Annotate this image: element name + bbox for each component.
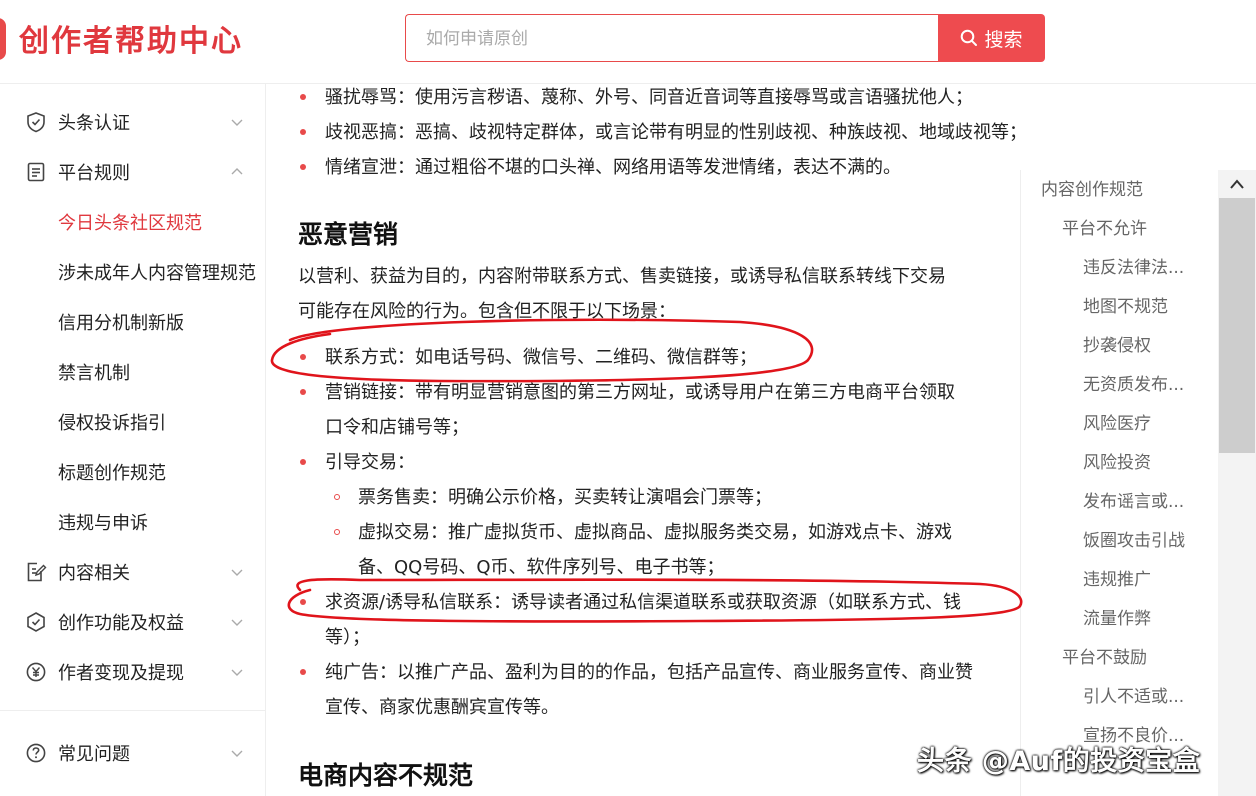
sidebar-item-content[interactable]: 内容相关: [0, 552, 265, 592]
toc-item[interactable]: 平台不鼓励: [1062, 643, 1147, 668]
scroll-up-button[interactable]: [1218, 172, 1256, 196]
toc-item[interactable]: 抄袭侵权: [1083, 331, 1151, 356]
scrollbar-thumb[interactable]: [1219, 198, 1255, 453]
list-item: 联系方式：如电话号码、微信号、二维码、微信群等；: [325, 347, 757, 368]
sidebar-subitem-title-rules[interactable]: 标题创作规范: [0, 452, 265, 492]
sidebar-item-label: 平台规则: [58, 163, 130, 184]
sidebar-subitem-label: 侵权投诉指引: [58, 413, 166, 434]
bullet-dot: [300, 599, 306, 605]
sidebar-subitem-label: 禁言机制: [58, 363, 130, 384]
logo-mark: [0, 18, 6, 60]
list-item-continued: 宣传、商家优惠酬宾宣传等。: [325, 697, 559, 718]
sidebar-subitem-complaint[interactable]: 侵权投诉指引: [0, 402, 265, 442]
search-button[interactable]: 搜索: [938, 14, 1045, 62]
sidebar-item-monetization[interactable]: 作者变现及提现: [0, 652, 265, 692]
question-circle-icon: [26, 743, 46, 763]
search-button-label: 搜索: [984, 28, 1023, 51]
sidebar-divider: [0, 710, 265, 711]
header: 创作者帮助中心 搜索: [0, 0, 1256, 84]
list-item: 求资源/诱导私信联系：诱导读者通过私信渠道联系或获取资源（如联系方式、钱: [325, 592, 962, 613]
search-input[interactable]: [424, 15, 928, 63]
bullet-dot: [300, 94, 306, 100]
list-item-continued: 等）；: [325, 627, 370, 648]
sidebar-subitem-minors-rules[interactable]: 涉未成年人内容管理规范: [0, 252, 265, 292]
sidebar-subitem-label: 今日头条社区规范: [58, 213, 202, 234]
sidebar-subitem-mute[interactable]: 禁言机制: [0, 352, 265, 392]
list-item: 情绪宣泄：通过粗俗不堪的口头禅、网络用语等发泄情绪，表达不满的。: [325, 157, 901, 178]
hexagon-check-icon: [27, 612, 45, 632]
sidebar-subitem-label: 涉未成年人内容管理规范: [58, 263, 256, 284]
chevron-down-icon: [231, 750, 243, 757]
toc-item[interactable]: 违规推广: [1083, 565, 1151, 590]
toc-item[interactable]: 风险投资: [1083, 448, 1151, 473]
sidebar: 头条认证 平台规则 今日头条社区规范 涉未成年人内容管理规范 信用分机制新版 禁…: [0, 84, 266, 796]
toc-item[interactable]: 内容创作规范: [1041, 175, 1143, 200]
toc-item[interactable]: 地图不规范: [1083, 292, 1168, 317]
sidebar-item-label: 常见问题: [58, 744, 130, 765]
edit-document-icon: [27, 562, 47, 582]
sidebar-item-features[interactable]: 创作功能及权益: [0, 602, 265, 642]
section-paragraph: 以营利、获益为目的，内容附带联系方式、售卖链接，或诱导私信联系转线下交易: [298, 266, 946, 287]
bullet-dot: [300, 669, 306, 675]
toc-item[interactable]: 发布谣言或...: [1083, 487, 1184, 512]
section-paragraph: 可能存在风险的行为。包含但不限于以下场景：: [298, 301, 676, 322]
sidebar-subitem-appeal[interactable]: 违规与申诉: [0, 502, 265, 542]
toc-item[interactable]: 引人不适或...: [1083, 682, 1184, 707]
toc-item[interactable]: 无资质发布...: [1083, 370, 1184, 395]
shield-check-icon: [27, 112, 45, 133]
sidebar-subitem-credit-score[interactable]: 信用分机制新版: [0, 302, 265, 342]
search-icon: [961, 29, 978, 46]
sidebar-item-faq[interactable]: 常见问题: [0, 733, 265, 773]
sidebar-item-label: 内容相关: [58, 563, 130, 584]
bullet-dot: [300, 164, 306, 170]
table-of-contents: 内容创作规范 平台不允许 违反法律法... 地图不规范 抄袭侵权 无资质发布..…: [1020, 170, 1219, 796]
chevron-up-icon: [231, 168, 243, 175]
list-item: 歧视恶搞：恶搞、歧视特定群体，或言论带有明显的性别歧视、种族歧视、地域歧视等；: [325, 122, 1020, 143]
list-item: 纯广告：以推广产品、盈利为目的的作品，包括产品宣传、商业服务宣传、商业赞: [325, 662, 973, 683]
list-item: 骚扰辱骂：使用污言秽语、蔑称、外号、同音近音词等直接辱骂或言语骚扰他人；: [325, 87, 973, 108]
chevron-down-icon: [231, 119, 243, 126]
sub-bullet: [334, 529, 340, 535]
bullet-dot: [300, 459, 306, 465]
sidebar-subitem-label: 信用分机制新版: [58, 313, 184, 334]
toc-item[interactable]: 平台不允许: [1062, 214, 1147, 239]
section-heading: 恶意营销: [298, 220, 399, 249]
chevron-down-icon: [231, 669, 243, 676]
chevron-up-icon: [1230, 179, 1244, 189]
watermark: 头条 @Auf的投资宝盒: [917, 746, 1201, 777]
search-box: [405, 14, 939, 63]
sidebar-subitem-community-rules[interactable]: 今日头条社区规范: [0, 202, 265, 242]
sidebar-item-label: 作者变现及提现: [58, 663, 184, 684]
bullet-dot: [300, 389, 306, 395]
list-item: 引导交易：: [325, 452, 415, 473]
chevron-down-icon: [231, 569, 243, 576]
toc-item[interactable]: 风险医疗: [1083, 409, 1151, 434]
sub-list-item-continued: 备、QQ号码、Q币、软件序列号、电子书等；: [358, 557, 725, 578]
toc-item[interactable]: 流量作弊: [1083, 604, 1151, 629]
sub-bullet: [334, 494, 340, 500]
toc-item[interactable]: 违反法律法...: [1083, 253, 1184, 278]
toc-item[interactable]: 饭圈攻击引战: [1083, 526, 1185, 551]
document-list-icon: [27, 162, 45, 182]
section-heading: 电商内容不规范: [298, 761, 474, 790]
yen-coin-icon: [26, 662, 46, 682]
sub-list-item: 虚拟交易：推广虚拟货币、虚拟商品、虚拟服务类交易，如游戏点卡、游戏: [358, 522, 952, 543]
site-logo[interactable]: 创作者帮助中心: [19, 16, 243, 60]
sidebar-item-certification[interactable]: 头条认证: [0, 102, 265, 142]
chevron-down-icon: [231, 619, 243, 626]
list-item: 营销链接：带有明显营销意图的第三方网址，或诱导用户在第三方电商平台领取: [325, 382, 955, 403]
sidebar-subitem-label: 违规与申诉: [58, 513, 148, 534]
sidebar-item-label: 创作功能及权益: [58, 613, 184, 634]
list-item-continued: 口令和店铺号等；: [325, 417, 469, 438]
sidebar-item-label: 头条认证: [58, 113, 130, 134]
article-content: 骚扰辱骂：使用污言秽语、蔑称、外号、同音近音词等直接辱骂或言语骚扰他人； 歧视恶…: [265, 84, 1020, 796]
bullet-dot: [300, 129, 306, 135]
sidebar-item-platform-rules[interactable]: 平台规则: [0, 152, 265, 192]
sidebar-subitem-label: 标题创作规范: [58, 463, 166, 484]
bullet-dot: [300, 354, 306, 360]
sub-list-item: 票务售卖：明确公示价格，买卖转让演唱会门票等；: [358, 487, 772, 508]
